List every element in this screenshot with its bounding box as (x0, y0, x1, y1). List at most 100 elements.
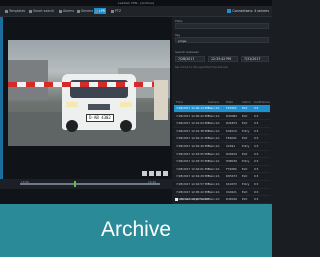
table-cell: K39210 (226, 128, 237, 133)
table-cell: Exit (242, 174, 248, 179)
status-icon (175, 197, 178, 201)
table-cell: 0.5 (254, 166, 259, 171)
table-cell: H98036 (226, 159, 238, 164)
table-row[interactable]: 7/28/2017 12:03:05 PM Main Int. D28103 Exit… (174, 151, 270, 159)
camera-field[interactable] (175, 23, 269, 29)
table-cell: 7/28/2017 12:03:33 PM (176, 159, 209, 164)
toolbar: Templates Smart search Alarms Servers LP… (0, 6, 272, 17)
table-row[interactable]: 7/28/2017 12:00:42 PM Main Int. D49082 Exit… (174, 113, 270, 121)
table-cell: 7/28/2017 12:00:14 PM (176, 106, 209, 110)
date-from-field[interactable]: 7/28/2017 (175, 56, 205, 62)
boom-barrier (8, 82, 160, 87)
table-cell: Main Int. (208, 166, 221, 171)
table-cell: 0.5 (254, 189, 259, 194)
table-cell: Exit (242, 106, 248, 110)
table-cell: Main Int. (208, 189, 221, 194)
table-cell: 0.5 (254, 136, 259, 141)
connection-icon (227, 9, 232, 13)
toolbar-alarms-button[interactable]: Alarms (58, 8, 75, 14)
date-to-field[interactable]: 7/31/2017 (241, 56, 269, 62)
section-banner: Archive (0, 204, 272, 257)
table-row[interactable]: 7/28/2017 12:04:01 PM Main Int. F79980 Exit… (174, 166, 270, 174)
table-cell: Entry (242, 128, 250, 133)
table-cell: Main Int. (208, 197, 221, 202)
timeline-track[interactable] (20, 183, 160, 185)
table-cell: 7/28/2017 12:03:05 PM (176, 151, 209, 156)
pane-edge (0, 17, 3, 189)
export-icon[interactable] (163, 171, 168, 176)
table-cell: 7/28/2017 12:00:42 PM (176, 113, 209, 118)
table-row[interactable]: 7/28/2017 12:01:38 PM Main Int. K39210 Entr… (174, 128, 270, 136)
playback-controls (8, 171, 170, 177)
vehicle-headlight-left (66, 102, 78, 107)
toolbar-smart-search-button[interactable]: Smart search (28, 8, 55, 14)
table-cell: 7/28/2017 12:02:40 PM (176, 143, 209, 148)
table-row[interactable]: 7/28/2017 12:02:11 PM Main Int. F49002 Exit… (174, 135, 270, 143)
templates-icon (5, 9, 8, 13)
timeline[interactable]: 12:00 12:30 (0, 179, 172, 189)
table-cell: Main Int. (208, 106, 221, 110)
vehicle-headlight-right (120, 102, 132, 107)
previous-frame-icon[interactable] (142, 171, 147, 176)
connections-status[interactable]: Connections: 4 servers (227, 8, 269, 14)
table-cell: Entry (242, 143, 250, 148)
table-cell: Main Int. (208, 113, 221, 118)
toolbar-servers-button[interactable]: Servers (76, 8, 94, 14)
table-cell: Main Int. (208, 151, 221, 156)
table-cell: Entry (242, 181, 250, 186)
tag-field[interactable]: plnge (175, 37, 269, 43)
table-cell: 0.5 (254, 181, 259, 186)
vehicle-grill (88, 104, 110, 110)
play-icon[interactable] (149, 171, 154, 176)
camera-video-frame[interactable]: D-AB 4302 (8, 40, 170, 146)
vehicle-wheel-left (66, 120, 78, 132)
table-cell: 0.5 (254, 159, 259, 164)
app-window: Leadtek VMS - [Archive] Templates Smart … (0, 0, 272, 204)
next-frame-icon[interactable] (156, 171, 161, 176)
lpr-icon (95, 9, 98, 13)
table-cell: D49082 (226, 113, 238, 118)
table-cell: Exit (242, 166, 248, 171)
background-building (8, 60, 48, 100)
table-cell: 0.5 (254, 113, 259, 118)
table-cell: Exit (242, 197, 248, 202)
table-cell: Exit (242, 189, 248, 194)
table-row[interactable]: 7/28/2017 12:00:14 PM Main Int. F23452 Exit… (174, 105, 270, 113)
timeline-cursor[interactable] (74, 181, 76, 187)
toolbar-lpr-button[interactable]: LPR (94, 8, 106, 14)
toolbar-ptz-button[interactable]: PTZ (110, 8, 122, 14)
table-cell: F49002 (226, 136, 237, 141)
table-cell: 7/28/2017 12:04:57 PM (176, 181, 209, 186)
table-cell: 7/28/2017 12:04:01 PM (176, 166, 209, 171)
table-cell: Main Int. (208, 143, 221, 148)
vehicle-wheel-right (120, 120, 132, 132)
server-icon (77, 9, 80, 13)
table-row[interactable]: 7/28/2017 12:04:57 PM Main Int. K10233 Entr… (174, 181, 270, 189)
banner-title: Archive (100, 218, 172, 241)
table-row[interactable]: 7/28/2017 12:05:22 PM Main Int. X40221 Exit… (174, 189, 270, 197)
lpr-search-panel: Plate Tag plnge Search between 7/28/2017… (172, 17, 272, 204)
table-cell: Exit (242, 151, 248, 156)
table-cell: Entry (242, 159, 250, 164)
table-cell: Exit (242, 136, 248, 141)
toolbar-templates-button[interactable]: Templates (4, 8, 26, 14)
table-cell: 7/28/2017 12:01:38 PM (176, 128, 209, 133)
table-row[interactable]: 7/28/2017 12:04:29 PM Main Int. D95473 Exit… (174, 173, 270, 181)
table-cell: 0.5 (254, 128, 259, 133)
table-cell: Main Int. (208, 181, 221, 186)
table-cell: D28103 (226, 151, 238, 156)
time-from-field[interactable]: 12:33:42 PM (208, 56, 238, 62)
table-cell: Main Int. (208, 128, 221, 133)
table-cell: 0.5 (254, 106, 259, 110)
table-cell: D26874 (226, 121, 238, 126)
table-cell: F79980 (226, 166, 237, 171)
ptz-icon (111, 9, 114, 13)
period-hint: Set a time for the specified time interv… (175, 66, 228, 69)
table-cell: 7/28/2017 12:01:04 PM (176, 121, 209, 126)
table-row[interactable]: 7/28/2017 12:02:40 PM Main Int. X2491 Entry… (174, 143, 270, 151)
table-cell: X2491 (226, 143, 236, 148)
table-cell: D48016 (226, 197, 238, 202)
table-cell: 0.5 (254, 197, 259, 202)
table-row[interactable]: 7/28/2017 12:01:04 PM Main Int. D26874 Exit… (174, 120, 270, 128)
table-row[interactable]: 7/28/2017 12:03:33 PM Main Int. H98036 Entr… (174, 158, 270, 166)
